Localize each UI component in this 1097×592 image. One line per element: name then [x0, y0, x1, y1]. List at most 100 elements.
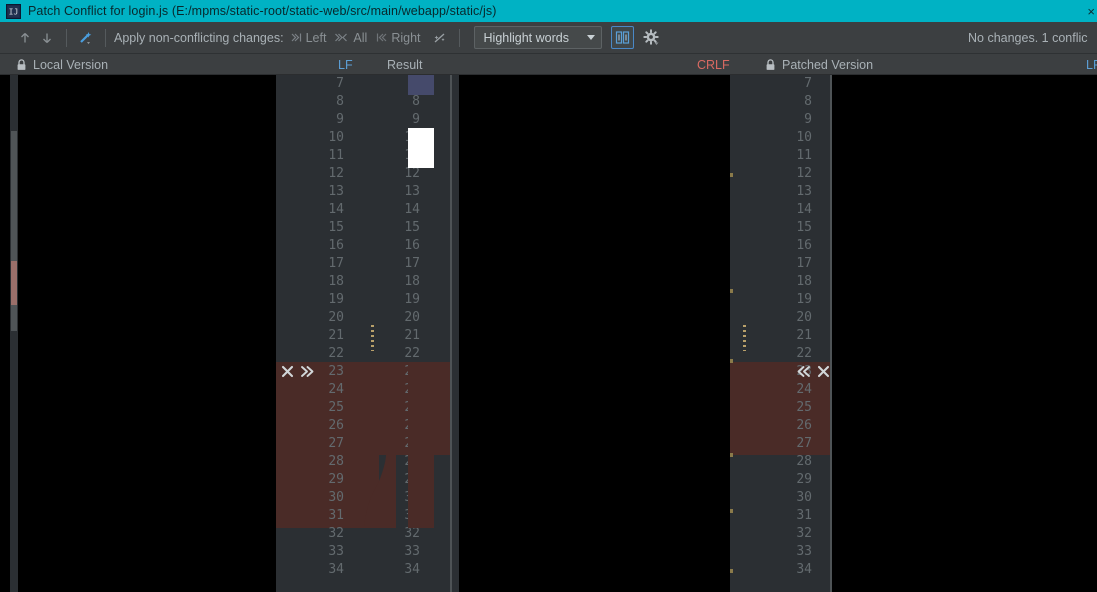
overview-marker-caret — [408, 75, 434, 95]
patched-version-header: Patched Version — [765, 54, 873, 75]
right-line-separator-badge[interactable]: LF — [1086, 54, 1097, 75]
result-line-separator-badge[interactable]: CRLF — [697, 54, 730, 75]
toolbar-separator-1 — [66, 28, 67, 47]
change-tick — [730, 509, 733, 513]
line-number: 21 — [796, 328, 812, 343]
line-number: 30 — [328, 490, 344, 505]
line-number: 13 — [796, 184, 812, 199]
lock-icon — [16, 58, 27, 71]
line-number: 24 — [796, 382, 812, 397]
arrow-up-icon — [21, 32, 29, 42]
line-number: 12 — [796, 166, 812, 181]
local-version-editor[interactable] — [0, 75, 276, 592]
diff-settings-button[interactable] — [640, 26, 664, 49]
line-number: 20 — [796, 310, 812, 325]
accept-right-chevrons-icon[interactable] — [299, 364, 315, 379]
diff-status-text: No changes. 1 conflic — [968, 31, 1088, 45]
conflict-actions-patched — [796, 364, 831, 379]
line-number: 22 — [796, 346, 812, 361]
result-editor-scrollbar-track[interactable] — [452, 75, 459, 592]
result-header: Result — [387, 57, 423, 72]
arrow-down-icon — [43, 33, 51, 43]
line-number: 11 — [796, 148, 812, 163]
line-number: 22 — [328, 346, 344, 361]
line-number: 34 — [796, 562, 812, 577]
diff-body: 7 8 9 10 11 12 13 14 15 16 17 18 19 20 2… — [0, 75, 1097, 592]
line-number: 8 — [804, 94, 812, 109]
toolbar-separator-2 — [105, 28, 106, 47]
apply-left-label: Left — [305, 30, 327, 45]
window-close-button[interactable]: × — [1087, 0, 1095, 22]
line-number: 9 — [336, 112, 344, 127]
line-number: 34 — [328, 562, 344, 577]
highlight-mode-value: Highlight words — [483, 30, 569, 45]
center-gutter: 7 8 9 10 11 12 13 14 15 16 17 18 19 20 2… — [276, 75, 452, 592]
line-number: 26 — [796, 418, 812, 433]
left-line-separator-badge[interactable]: LF — [338, 54, 353, 75]
accept-left-chevrons-icon[interactable] — [796, 364, 812, 379]
pane-headers: Local Version LF Result CRLF Patched Ver… — [0, 54, 1097, 75]
patched-version-editor[interactable] — [832, 75, 1097, 592]
line-number: 17 — [796, 256, 812, 271]
line-number: 28 — [796, 454, 812, 469]
line-number: 18 — [796, 274, 812, 289]
highlight-mode-select[interactable]: Highlight words — [473, 26, 602, 49]
line-number: 19 — [796, 292, 812, 307]
line-number: 33 — [328, 544, 344, 559]
gear-icon — [643, 29, 659, 46]
result-overview-markers[interactable] — [408, 75, 436, 592]
line-number: 16 — [796, 238, 812, 253]
line-number: 25 — [796, 400, 812, 415]
line-number: 26 — [328, 418, 344, 433]
apply-right-button[interactable]: Right — [375, 30, 421, 45]
line-number: 14 — [328, 202, 344, 217]
line-number: 16 — [328, 238, 344, 253]
line-number: 27 — [796, 436, 812, 451]
ignore-whitespace-button[interactable] — [429, 27, 451, 49]
apply-right-label: Right — [391, 30, 421, 45]
line-number: 32 — [796, 526, 812, 541]
line-number: 29 — [796, 472, 812, 487]
result-editor[interactable] — [452, 75, 730, 592]
patched-line-numbers: 7 8 9 10 11 12 13 14 15 16 17 18 19 20 2… — [752, 75, 812, 579]
line-number: 31 — [796, 508, 812, 523]
magic-resolve-button[interactable] — [75, 27, 97, 49]
overview-scrollbar-thumb[interactable] — [408, 128, 434, 168]
apply-left-button[interactable]: Left — [290, 30, 327, 45]
line-number: 12 — [328, 166, 344, 181]
line-number: 19 — [328, 292, 344, 307]
idea-merge-icon: IJ — [6, 3, 21, 19]
two-pane-toggle-icon — [615, 31, 629, 44]
apply-all-button[interactable]: All — [334, 31, 367, 45]
magic-wand-icon — [80, 31, 92, 44]
next-difference-button[interactable] — [36, 27, 58, 49]
revert-x-icon[interactable] — [280, 364, 295, 379]
collapse-unchanged-toggle[interactable] — [610, 26, 634, 49]
line-number: 30 — [796, 490, 812, 505]
line-number: 32 — [328, 526, 344, 541]
folded-region-marker[interactable] — [743, 325, 746, 351]
revert-x-icon[interactable] — [816, 364, 831, 379]
line-number: 33 — [796, 544, 812, 559]
svg-text:IJ: IJ — [9, 7, 19, 16]
local-version-header: Local Version — [16, 54, 108, 75]
folded-region-marker[interactable] — [371, 325, 374, 351]
change-tick — [730, 359, 733, 363]
line-number: 25 — [328, 400, 344, 415]
previous-difference-button[interactable] — [14, 27, 36, 49]
overview-marker-conflict — [408, 362, 434, 528]
line-number: 11 — [328, 148, 344, 163]
apply-all-icon — [335, 33, 348, 42]
right-gutter: 7 8 9 10 11 12 13 14 15 16 17 18 19 20 2… — [730, 75, 832, 592]
ignore-whitespace-icon — [434, 33, 445, 42]
local-editor-conflict-marker — [11, 261, 17, 305]
change-tick — [730, 453, 733, 457]
line-number: 10 — [328, 130, 344, 145]
line-number: 9 — [804, 112, 812, 127]
patched-version-label: Patched Version — [782, 57, 874, 72]
window-titlebar: IJ Patch Conflict for login.js (E:/mpms/… — [0, 0, 1097, 22]
diff-toolbar: Apply non-conflicting changes: Left All … — [0, 22, 1097, 54]
conflict-actions-local — [280, 364, 315, 379]
lock-icon — [765, 58, 776, 71]
toolbar-separator-3 — [458, 28, 460, 47]
